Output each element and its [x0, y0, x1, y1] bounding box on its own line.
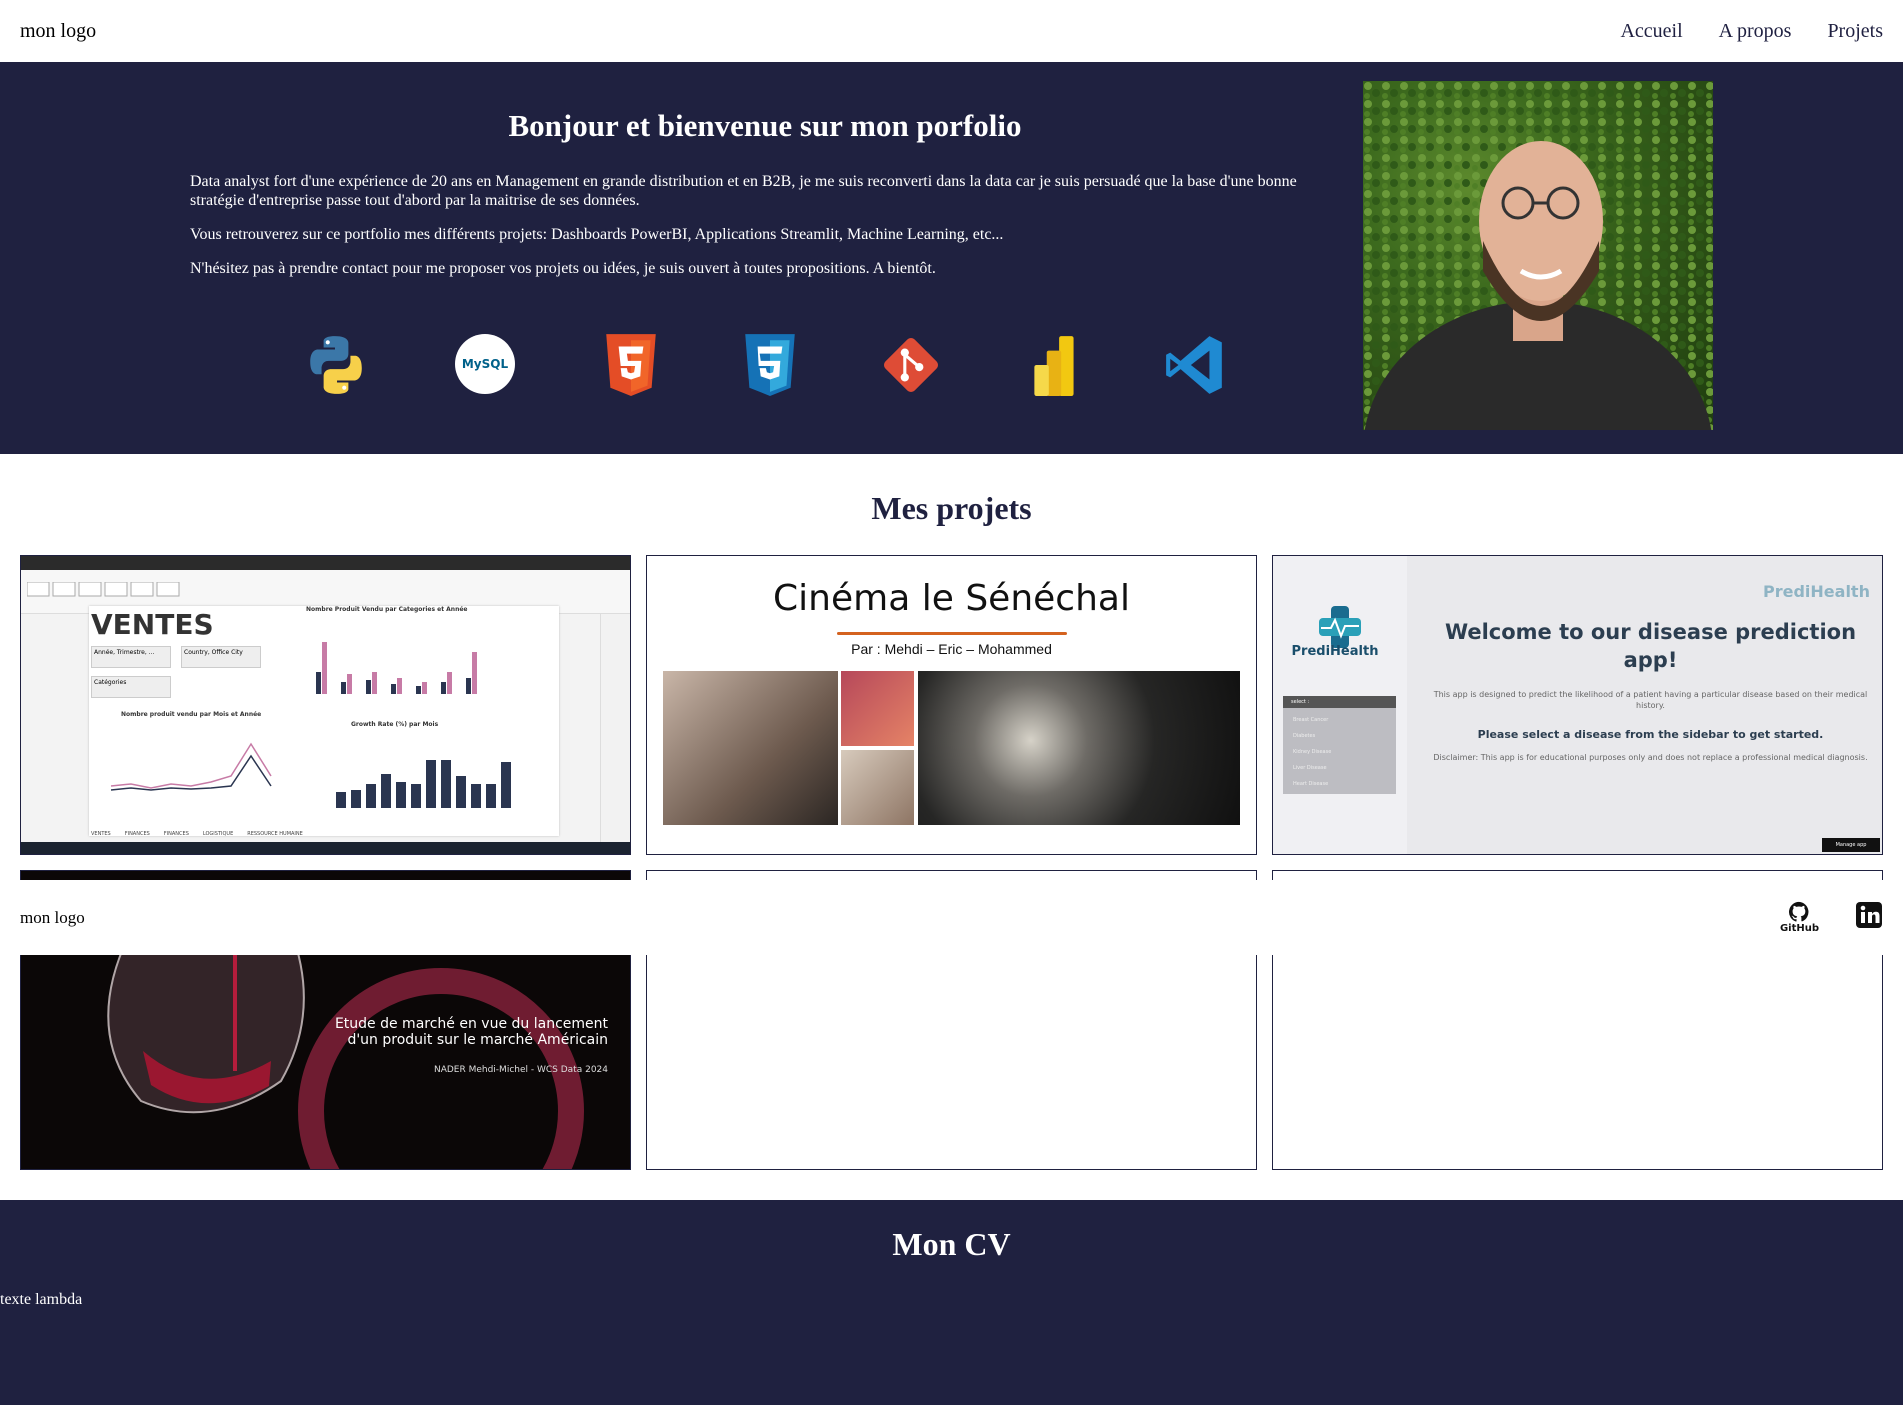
wine-caption-line-2: d'un produit sur le marché Américain — [347, 1032, 608, 1048]
chart1-bars — [316, 642, 477, 694]
footer-logo[interactable]: mon logo — [20, 908, 85, 928]
cv-title: Mon CV — [892, 1226, 1011, 1262]
git-icon — [883, 337, 939, 393]
filter-country[interactable]: Country, Office City — [181, 646, 261, 668]
ph-brand-watermark: PrediHealth — [1763, 582, 1870, 601]
html5-icon — [606, 334, 656, 396]
linkedin-icon — [1856, 902, 1882, 928]
site-logo[interactable]: mon logo — [20, 20, 96, 43]
ph-option-diabetes[interactable]: Diabetes — [1293, 728, 1386, 744]
linkedin-link[interactable] — [1855, 901, 1883, 934]
github-label: GitHub — [1779, 923, 1819, 934]
ph-brand: PrediHealth — [1291, 644, 1379, 659]
nav-link-projets[interactable]: Projets — [1827, 20, 1883, 43]
mysql-icon: MySQL — [455, 334, 515, 394]
wine-caption: Etude de marché en vue du lancement d'un… — [335, 1016, 608, 1048]
ph-select-label: select : — [1283, 696, 1396, 708]
chart3-title: Growth Rate (%) par Mois — [351, 721, 439, 728]
ph-welcome: Welcome to our disease prediction app! — [1444, 620, 1857, 672]
hero-paragraph-3: N'hésitez pas à prendre contact pour me … — [190, 260, 936, 277]
chart2-title: Nombre produit vendu par Mois et Année — [121, 711, 262, 718]
ph-description: This app is designed to predict the like… — [1433, 690, 1868, 710]
github-link[interactable]: GitHub — [1780, 901, 1819, 934]
ph-option-heart[interactable]: Heart Disease — [1293, 776, 1386, 792]
projects-title: Mes projets — [871, 490, 1032, 526]
cv-text: texte lambda — [0, 1291, 83, 1308]
skills-row: MySQL — [0, 332, 1340, 412]
project-card-cinema[interactable]: Cinéma le Sénéchal Par : Mehdi – Eric – … — [646, 555, 1257, 855]
hero-paragraph-1: Data analyst fort d'une expérience de 20… — [190, 173, 1297, 209]
chart3-bars — [336, 760, 511, 808]
vscode-icon — [1166, 336, 1222, 394]
filter-categories-label: Catégories — [94, 679, 127, 686]
ph-options: Breast Cancer Diabetes Kidney Disease Li… — [1283, 708, 1396, 796]
wine-author: NADER Mehdi-Michel - WCS Data 2024 — [433, 1065, 608, 1075]
github-icon — [1789, 901, 1809, 922]
pbi-side-panel — [600, 614, 630, 846]
filter-categories[interactable]: Catégories — [91, 676, 171, 698]
cv-section: Mon CV texte lambda — [0, 1200, 1903, 1405]
hero-section: Bonjour et bienvenue sur mon porfolio Da… — [0, 62, 1903, 454]
pbi-tab-logistique[interactable]: LOGISTIQUE — [203, 831, 233, 837]
pbi-tab-ventes[interactable]: VENTES — [91, 831, 111, 837]
main-nav: Accueil A propos Projets — [1620, 20, 1883, 43]
pbi-tab-rh[interactable]: RESSOURCE HUMAINE — [247, 831, 303, 837]
cinema-projector-photo — [918, 671, 1240, 825]
hero-paragraph-2: Vous retrouverez sur ce portfolio mes di… — [190, 226, 1004, 243]
project-card-ventes[interactable]: VENTES Année, Trimestre, ... Country, Of… — [20, 555, 631, 855]
python-icon — [310, 336, 362, 394]
pbi-tab-finances-2[interactable]: FINANCES — [164, 831, 189, 837]
ph-disclaimer: Disclaimer: This app is for educational … — [1433, 753, 1868, 762]
hero-title: Bonjour et bienvenue sur mon porfolio — [508, 108, 1022, 143]
chart2-lines — [110, 742, 272, 791]
top-navbar: mon logo Accueil A propos Projets — [0, 0, 1903, 62]
ventes-title: VENTES — [91, 608, 214, 641]
cinema-photo-3 — [841, 750, 914, 825]
pbi-tab-finances[interactable]: FINANCES — [125, 831, 150, 837]
filter-country-label: Country, Office City — [184, 649, 243, 656]
windows-taskbar — [21, 842, 630, 854]
chart1-title: Nombre Produit Vendu par Categories et A… — [306, 606, 468, 613]
pbi-thumbnails — [27, 582, 180, 597]
css3-icon — [745, 334, 795, 396]
ph-option-kidney[interactable]: Kidney Disease — [1293, 744, 1386, 760]
social-links: GitHub — [1780, 901, 1883, 934]
ph-option-liver[interactable]: Liver Disease — [1293, 760, 1386, 776]
ph-select-panel[interactable]: select : Breast Cancer Diabetes Kidney D… — [1283, 696, 1396, 794]
cinema-subtitle: Par : Mehdi – Eric – Mohammed — [851, 641, 1052, 657]
nav-link-a-propos[interactable]: A propos — [1719, 20, 1792, 43]
nav-link-accueil[interactable]: Accueil — [1620, 20, 1682, 43]
filter-annee[interactable]: Année, Trimestre, ... — [91, 646, 171, 668]
cinema-photo-1 — [663, 671, 838, 825]
wine-caption-line-1: Etude de marché en vue du lancement — [334, 1016, 608, 1032]
cinema-underline — [837, 632, 1067, 635]
cinema-title: Cinéma le Sénéchal — [773, 578, 1130, 619]
filter-annee-label: Année, Trimestre, ... — [94, 649, 155, 656]
footer-bar: mon logo GitHub — [0, 880, 1903, 955]
powerbi-icon — [1034, 336, 1074, 396]
pbi-page-tabs: VENTES FINANCES FINANCES LOGISTIQUE RESS… — [91, 831, 303, 837]
profile-photo-art — [1363, 81, 1713, 430]
hero-intro: Data analyst fort d'une expérience de 20… — [190, 172, 1320, 293]
ph-option-breast[interactable]: Breast Cancer — [1293, 712, 1386, 728]
profile-photo — [1363, 81, 1713, 430]
ph-cta: Please select a disease from the sidebar… — [1477, 728, 1824, 741]
pbi-titlebar — [21, 556, 630, 570]
cinema-photo-2 — [841, 671, 914, 746]
project-card-predihealth[interactable]: PrediHealth select : Breast Cancer Diabe… — [1272, 555, 1883, 855]
ph-manage-app-button[interactable]: Manage app — [1822, 838, 1880, 852]
mysql-label: MySQL — [461, 357, 509, 371]
